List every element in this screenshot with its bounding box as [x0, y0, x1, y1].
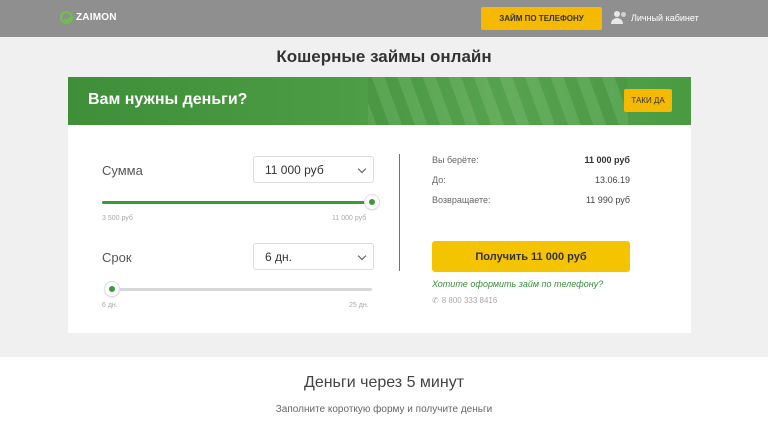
get-loan-button[interactable]: Получить 11 000 руб: [432, 241, 630, 272]
loan-calculator: Сумма 11 000 руб 3 500 руб 11 000 руб Ср…: [68, 125, 691, 333]
hero-banner: Вам нужны деньги? ТАКИ ДА: [68, 77, 691, 125]
amount-slider-fill: [102, 201, 372, 204]
term-slider[interactable]: [105, 282, 372, 296]
amount-value: 11 000 руб: [265, 162, 324, 177]
summary-value: 13.06.19: [594, 175, 630, 185]
logo-text: ZAIMON: [76, 12, 117, 23]
summary-row-take: Вы берёте: 11 000 руб: [432, 155, 630, 165]
term-min-label: 6 дн.: [102, 302, 118, 309]
amount-select[interactable]: 11 000 руб: [253, 156, 374, 183]
term-label: Срок: [102, 250, 132, 265]
summary-label: Вы берёте:: [432, 155, 479, 165]
logo-check-icon: [60, 11, 73, 24]
summary-label: Возвращаете:: [432, 195, 491, 205]
cabinet-label: Личный кабинет: [631, 12, 699, 23]
section-subtitle: Заполните короткую форму и получите день…: [275, 404, 493, 415]
users-icon: [611, 11, 627, 24]
amount-label: Сумма: [102, 163, 143, 178]
page-title: Кошерные займы онлайн: [276, 47, 492, 66]
chevron-down-icon: [357, 251, 367, 261]
summary-value: 11 990 руб: [585, 195, 630, 205]
term-select[interactable]: 6 дн.: [253, 243, 374, 270]
phone-number-text: 8 800 333 8416: [441, 296, 498, 305]
phone-loan-link[interactable]: Хотите оформить займ по телефону?: [432, 279, 603, 289]
amount-max-label: 11 000 руб: [332, 215, 367, 222]
summary-value: 11 000 руб: [584, 155, 630, 165]
banner-title: Вам нужны деньги?: [88, 91, 248, 108]
term-slider-handle[interactable]: [105, 282, 119, 296]
vertical-divider: [399, 154, 400, 271]
top-bar: ZAIMON ЗАЙМ ПО ТЕЛЕФОНУ Личный кабинет: [0, 0, 768, 37]
term-max-label: 25 дн.: [349, 302, 369, 309]
chevron-down-icon: [357, 164, 367, 174]
term-value: 6 дн.: [265, 249, 292, 264]
logo[interactable]: ZAIMON: [60, 11, 117, 24]
phone-icon: ✆: [432, 296, 439, 305]
summary-row-return: Возвращаете: 11 990 руб: [432, 195, 630, 205]
summary-row-until: До: 13.06.19: [432, 175, 630, 185]
amount-slider-handle[interactable]: [365, 195, 379, 209]
info-section: Деньги через 5 минут Заполните короткую …: [0, 357, 768, 425]
phone-loan-button[interactable]: ЗАЙМ ПО ТЕЛЕФОНУ: [481, 7, 602, 30]
amount-slider[interactable]: [102, 195, 379, 209]
taki-da-button[interactable]: ТАКИ ДА: [624, 89, 672, 112]
section-title: Деньги через 5 минут: [303, 374, 465, 391]
amount-min-label: 3 500 руб: [102, 215, 133, 222]
phone-number[interactable]: ✆ 8 800 333 8416: [432, 296, 497, 305]
personal-cabinet-link[interactable]: Личный кабинет: [611, 11, 699, 24]
summary-label: До:: [432, 175, 446, 185]
